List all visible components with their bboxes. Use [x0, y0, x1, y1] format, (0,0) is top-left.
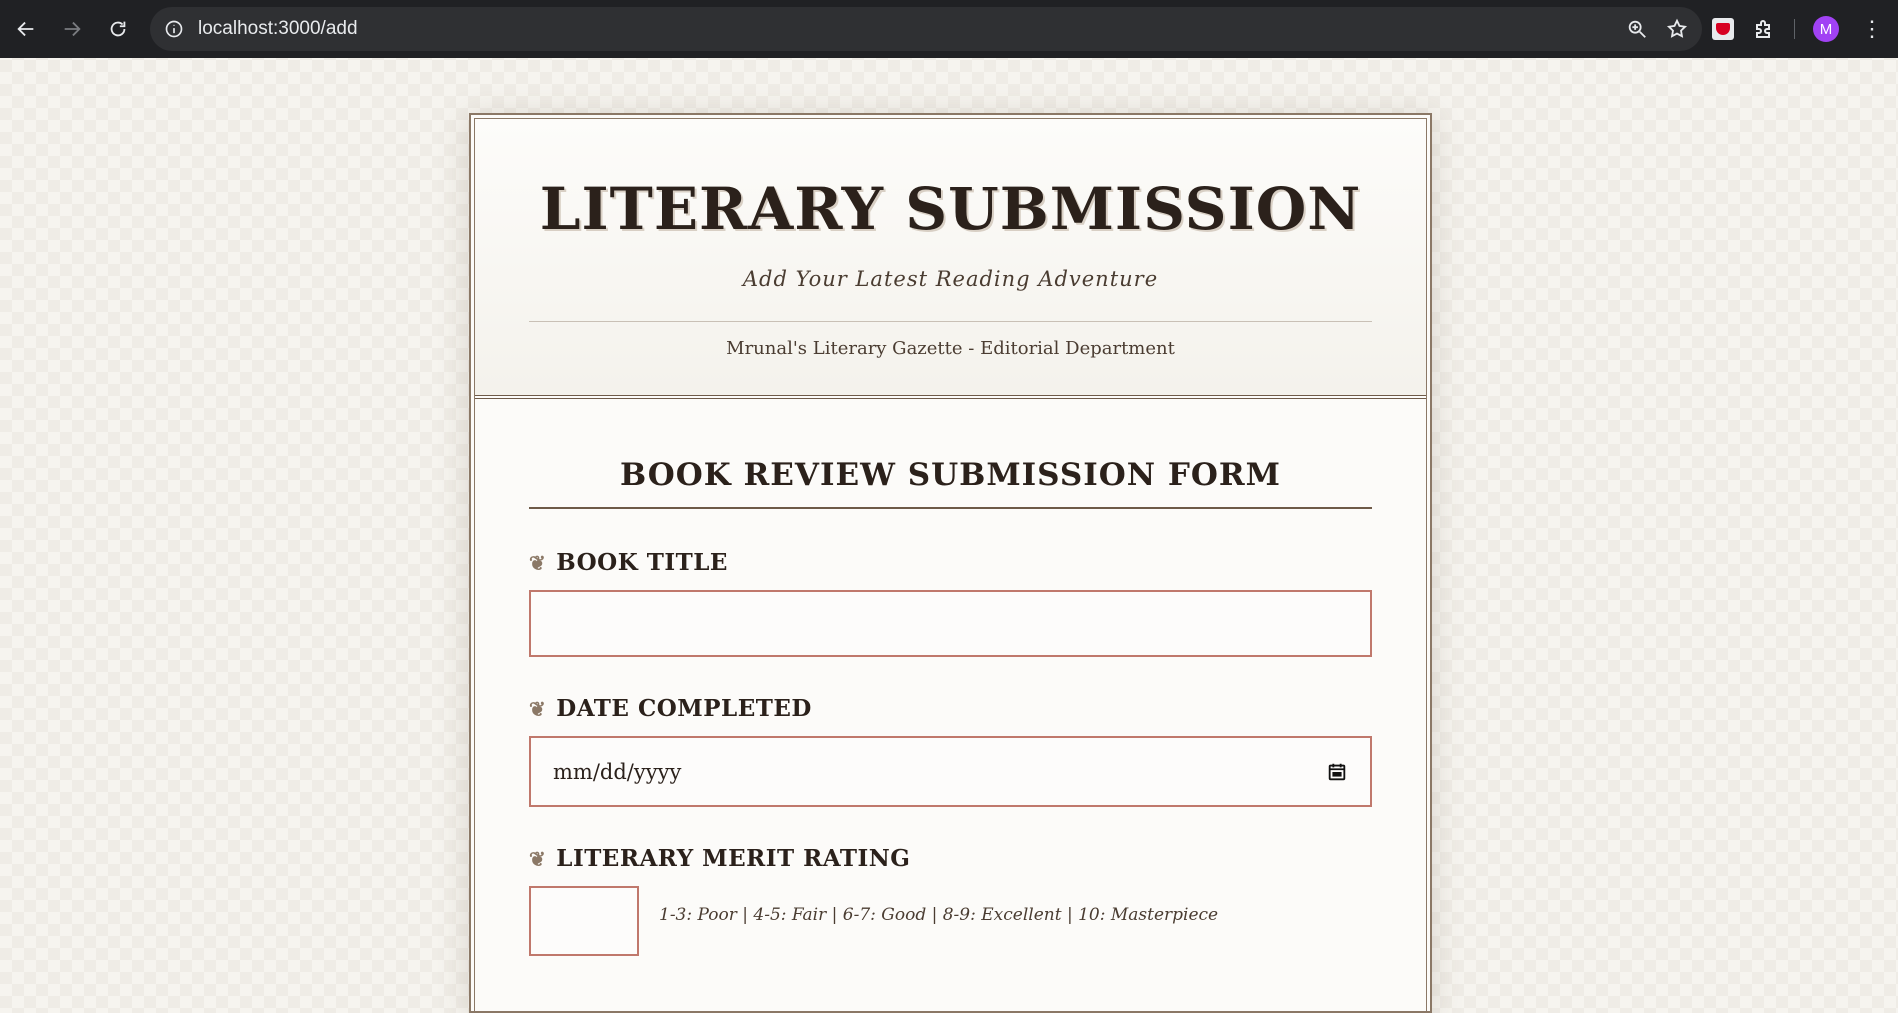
- bookmark-star-icon[interactable]: [1666, 18, 1688, 40]
- arrow-right-icon: [64, 21, 81, 37]
- zoom-icon[interactable]: [1626, 18, 1648, 40]
- book-title-label: ❦ BOOK TITLE: [529, 549, 1372, 576]
- rating-label: ❦ LITERARY MERIT RATING: [529, 845, 1372, 872]
- date-completed-label-text: DATE COMPLETED: [556, 695, 812, 722]
- date-placeholder: mm/dd/yyyy: [553, 759, 682, 784]
- submission-card: LITERARY SUBMISSION Add Your Latest Read…: [469, 113, 1432, 1013]
- date-completed-input[interactable]: mm/dd/yyyy: [529, 736, 1372, 807]
- reload-button[interactable]: [98, 9, 138, 49]
- date-completed-label: ❦ DATE COMPLETED: [529, 695, 1372, 722]
- page-subtitle: Add Your Latest Reading Adventure: [742, 267, 1159, 291]
- fleuron-icon: ❦: [529, 846, 547, 871]
- fleuron-icon: ❦: [529, 550, 547, 575]
- profile-avatar[interactable]: M: [1813, 16, 1839, 42]
- address-bar[interactable]: localhost:3000/add: [150, 7, 1702, 51]
- book-review-form: BOOK REVIEW SUBMISSION FORM ❦ BOOK TITLE…: [475, 457, 1426, 956]
- pocket-extension-icon[interactable]: [1712, 18, 1734, 40]
- extensions-puzzle-icon[interactable]: [1752, 17, 1776, 41]
- book-title-label-text: BOOK TITLE: [556, 549, 728, 576]
- forward-button[interactable]: [52, 9, 92, 49]
- rating-label-text: LITERARY MERIT RATING: [556, 845, 911, 872]
- back-button[interactable]: [6, 9, 46, 49]
- masthead-divider: [529, 321, 1372, 322]
- masthead: LITERARY SUBMISSION Add Your Latest Read…: [475, 119, 1426, 399]
- page-title: LITERARY SUBMISSION: [539, 175, 1362, 243]
- toolbar-separator: [1794, 19, 1795, 39]
- book-title-input[interactable]: [529, 590, 1372, 657]
- site-info-icon[interactable]: [160, 15, 188, 43]
- fleuron-icon: ❦: [529, 696, 547, 721]
- rating-input[interactable]: [529, 886, 639, 956]
- menu-kebab-icon[interactable]: ⋮: [1861, 17, 1883, 42]
- rating-row: 1-3: Poor | 4-5: Fair | 6-7: Good | 8-9:…: [529, 886, 1372, 956]
- calendar-icon[interactable]: [1326, 761, 1348, 783]
- form-heading: BOOK REVIEW SUBMISSION FORM: [529, 457, 1372, 509]
- rating-scale-hint: 1-3: Poor | 4-5: Fair | 6-7: Good | 8-9:…: [659, 905, 1219, 925]
- department-line: Mrunal's Literary Gazette - Editorial De…: [726, 338, 1175, 359]
- url-text[interactable]: localhost:3000/add: [198, 18, 358, 40]
- reload-icon: [110, 21, 126, 37]
- browser-toolbar: localhost:3000/add M ⋮: [0, 0, 1898, 58]
- arrow-left-icon: [17, 21, 34, 37]
